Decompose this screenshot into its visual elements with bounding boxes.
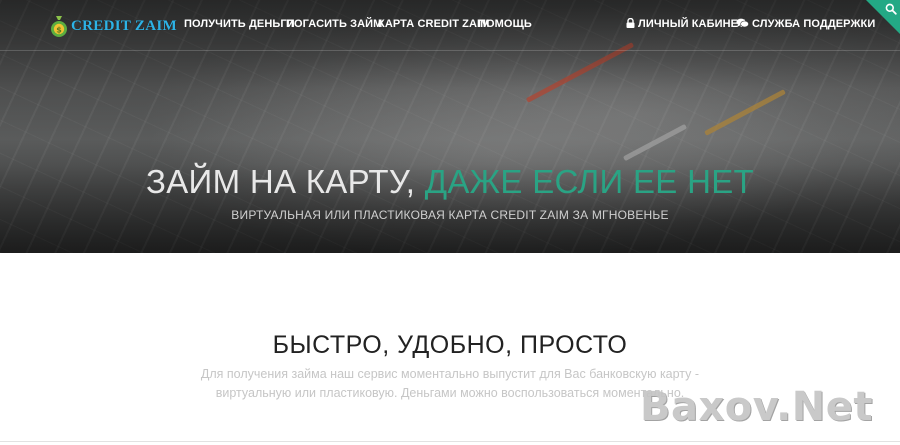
watermark: Baxov.Net	[640, 384, 873, 430]
features-title: БЫСТРО, УДОБНО, ПРОСТО	[272, 331, 628, 359]
nav-help[interactable]: ПОМОЩЬ	[478, 18, 532, 30]
support-link[interactable]: СЛУЖБА ПОДДЕРЖКИ	[736, 18, 875, 30]
hero-title-accent: ДАЖЕ ЕСЛИ ЕЕ НЕТ	[424, 163, 754, 200]
personal-account-link[interactable]: ЛИЧНЫЙ КАБИНЕТ	[626, 17, 745, 30]
hero-subtitle: ВИРТУАЛЬНАЯ ИЛИ ПЛАСТИКОВАЯ КАРТА CREDIT…	[231, 208, 669, 222]
search-icon[interactable]	[885, 3, 897, 15]
nav-repay-loan[interactable]: ПОГАСИТЬ ЗАЙМ	[286, 18, 382, 30]
divider	[0, 441, 900, 442]
money-bag-icon: $	[51, 16, 67, 37]
personal-account-label: ЛИЧНЫЙ КАБИНЕТ	[638, 18, 745, 30]
features-text-line: Для получения займа наш сервис моменталь…	[200, 367, 700, 381]
top-navbar: $ CREDIT ZAIM ПОЛУЧИТЬ ДЕНЬГИ ПОГАСИТЬ З…	[0, 0, 900, 51]
support-label: СЛУЖБА ПОДДЕРЖКИ	[752, 18, 876, 30]
hero-title: ЗАЙМ НА КАРТУ, ДАЖЕ ЕСЛИ ЕЕ НЕТ	[0, 163, 900, 201]
chat-icon	[736, 18, 749, 28]
nav-get-money[interactable]: ПОЛУЧИТЬ ДЕНЬГИ	[184, 18, 295, 30]
hero-title-main: ЗАЙМ НА КАРТУ,	[146, 163, 416, 200]
nav-credit-zaim-card[interactable]: КАРТА CREDIT ZAIM	[378, 18, 489, 30]
svg-text:$: $	[56, 26, 62, 35]
hero-banner: $ CREDIT ZAIM ПОЛУЧИТЬ ДЕНЬГИ ПОГАСИТЬ З…	[0, 0, 900, 253]
logo-text: CREDIT ZAIM	[71, 17, 177, 34]
site-logo[interactable]: $ CREDIT ZAIM	[50, 11, 177, 41]
lock-icon	[626, 17, 635, 28]
